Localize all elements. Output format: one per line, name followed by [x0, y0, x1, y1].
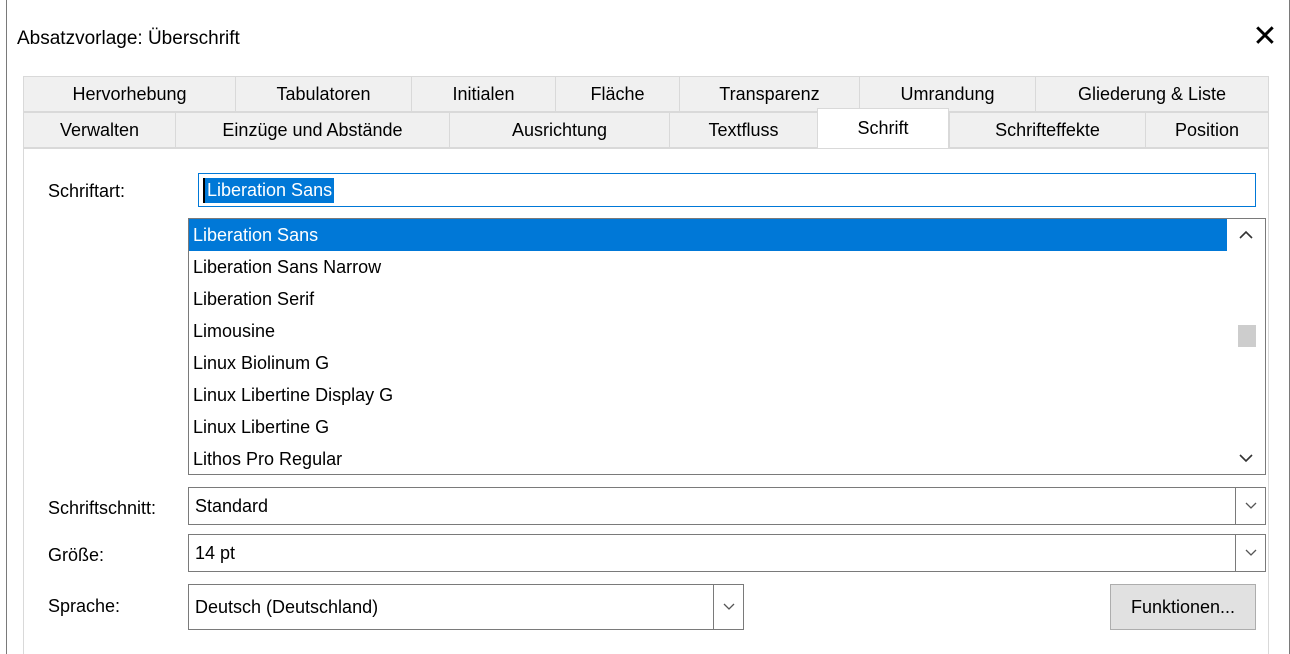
font-size-value: 14 pt	[195, 542, 236, 563]
tab-umrandung[interactable]: Umrandung	[859, 76, 1035, 112]
tab-schrifteffekte[interactable]: Schrifteffekte	[949, 112, 1145, 148]
font-list-item[interactable]: Lithos Pro Regular	[189, 443, 1228, 474]
chevron-down-icon[interactable]	[1235, 488, 1265, 524]
font-style-value: Standard	[195, 495, 269, 516]
font-list-item[interactable]: Liberation Sans	[189, 219, 1228, 251]
font-list-item[interactable]: Linux Libertine Display G	[189, 379, 1228, 411]
font-list-scrollbar[interactable]	[1227, 219, 1265, 474]
chevron-down-icon[interactable]	[713, 585, 743, 629]
tab-textfluss[interactable]: Textfluss	[669, 112, 817, 148]
tab-tabulatoren[interactable]: Tabulatoren	[235, 76, 411, 112]
font-list-item[interactable]: Linux Libertine G	[189, 411, 1228, 443]
font-list-item[interactable]: Liberation Serif	[189, 283, 1228, 315]
tab-flaeche[interactable]: Fläche	[555, 76, 679, 112]
tab-schrift[interactable]: Schrift	[817, 108, 949, 148]
scrollbar-thumb[interactable]	[1238, 325, 1256, 347]
chevron-down-icon[interactable]	[1235, 535, 1265, 571]
tab-row-1: Hervorhebung Tabulatoren Initialen Fläch…	[23, 76, 1269, 112]
tab-row-2: Verwalten Einzüge und Abstände Ausrichtu…	[23, 108, 1269, 148]
language-select[interactable]: Deutsch (Deutschland)	[188, 584, 744, 630]
features-button[interactable]: Funktionen...	[1110, 584, 1256, 630]
tab-gliederung-liste[interactable]: Gliederung & Liste	[1035, 76, 1269, 112]
font-family-label: Schriftart:	[48, 181, 126, 201]
font-family-input[interactable]: Liberation Sans	[198, 173, 1256, 207]
font-size-select[interactable]: 14 pt	[188, 534, 1266, 572]
tab-position[interactable]: Position	[1145, 112, 1269, 148]
font-family-value: Liberation Sans	[203, 177, 335, 203]
language-label: Sprache:	[48, 596, 121, 616]
font-list-item[interactable]: Liberation Sans Narrow	[189, 251, 1228, 283]
font-style-label: Schriftschnitt:	[48, 498, 157, 518]
tab-panel-schrift: Schriftart: Liberation Sans Liberation S…	[23, 148, 1269, 654]
font-family-list[interactable]: Liberation Sans Liberation Sans Narrow L…	[188, 218, 1266, 475]
close-icon[interactable]: ✕	[1243, 14, 1287, 58]
font-list-item[interactable]: Limousine	[189, 315, 1228, 347]
font-list-item[interactable]: Linux Biolinum G	[189, 347, 1228, 379]
tab-transparenz[interactable]: Transparenz	[679, 76, 859, 112]
chevron-up-icon[interactable]	[1227, 219, 1265, 251]
language-value: Deutsch (Deutschland)	[195, 596, 379, 617]
tab-hervorhebung[interactable]: Hervorhebung	[23, 76, 235, 112]
title-bar: Absatzvorlage: Überschrift ✕	[7, 0, 1289, 78]
tab-einzuege-abstaende[interactable]: Einzüge und Abstände	[175, 112, 449, 148]
tab-initialen[interactable]: Initialen	[411, 76, 555, 112]
chevron-down-icon[interactable]	[1227, 442, 1265, 474]
font-size-label: Größe:	[48, 545, 105, 565]
tab-verwalten[interactable]: Verwalten	[23, 112, 175, 148]
tab-ausrichtung[interactable]: Ausrichtung	[449, 112, 669, 148]
dialog-title: Absatzvorlage: Überschrift	[17, 28, 240, 49]
font-style-select[interactable]: Standard	[188, 487, 1266, 525]
dialog-window: Absatzvorlage: Überschrift ✕ Hervorhebun…	[6, 0, 1290, 654]
